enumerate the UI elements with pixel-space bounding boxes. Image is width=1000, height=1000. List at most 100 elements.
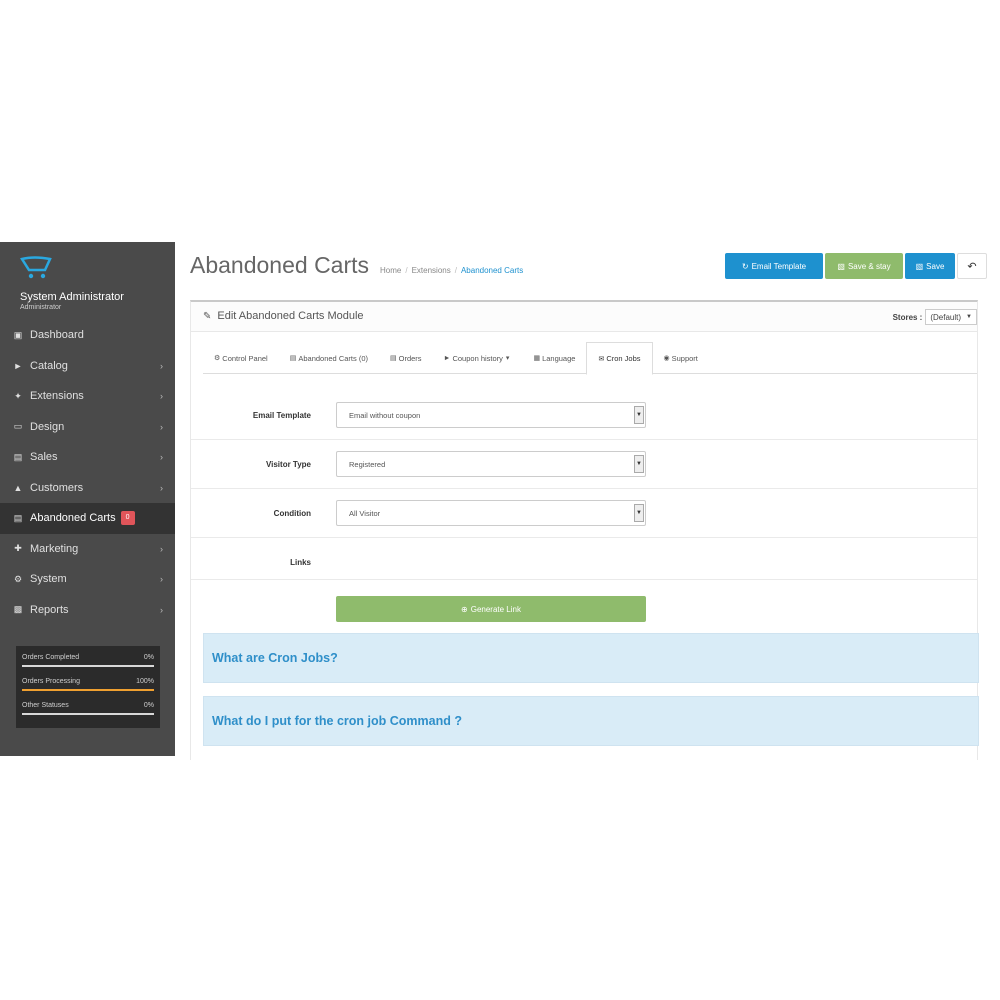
- sidebar-item-customers[interactable]: ▲ Customers ›: [0, 473, 175, 504]
- edit-module-panel: ✎ Edit Abandoned Carts Module Stores : (D…: [190, 300, 979, 760]
- condition-label: Condition: [273, 509, 311, 518]
- sidebar-item-reports[interactable]: ▩ Reports ›: [0, 595, 175, 626]
- puzzle-icon: ✦: [14, 390, 22, 401]
- visitor-type-label: Visitor Type: [265, 460, 311, 469]
- sidebar-item-label: Sales: [30, 451, 58, 464]
- tab-orders[interactable]: ▤ Orders: [379, 342, 433, 374]
- tab-label: Control Panel: [222, 353, 268, 363]
- reply-icon: ↶: [967, 260, 977, 273]
- sidebar-nav: ▣ Dashboard ► Catalog › ✦ Extensions › ▭…: [0, 320, 175, 625]
- email-template-button[interactable]: ↻ Email Template: [725, 253, 823, 279]
- cart-icon: ▤: [289, 355, 297, 362]
- faq-title: What do I put for the cron job Command ?: [212, 714, 462, 728]
- chevron-right-icon: ›: [160, 604, 163, 615]
- generate-link-label: Generate Link: [470, 604, 521, 614]
- generate-link-button[interactable]: ⊕ Generate Link: [336, 596, 646, 622]
- panel-heading: ✎ Edit Abandoned Carts Module Stores : (D…: [191, 302, 977, 332]
- tab-language[interactable]: ▦ Language: [522, 342, 586, 374]
- tab-label: Cron Jobs: [606, 354, 641, 363]
- visitor-type-select[interactable]: Registered ▼: [336, 451, 646, 477]
- stat-orders-processing: Orders Processing 100%: [22, 676, 154, 700]
- profile-name: System Administrator: [20, 291, 124, 303]
- desktop-icon: ▭: [13, 421, 23, 432]
- cart-logo-icon: [20, 256, 52, 279]
- tab-support[interactable]: ◉ Support: [653, 342, 709, 374]
- stat-label: Orders Processing: [22, 678, 80, 685]
- save-stay-button[interactable]: ▧ Save & stay: [825, 253, 903, 279]
- main-content: Abandoned Carts Home / Extensions / Abandone…: [175, 242, 1000, 760]
- sidebar-item-sales[interactable]: ▤ Sales ›: [0, 442, 175, 473]
- sidebar-item-catalog[interactable]: ► Catalog ›: [0, 351, 175, 382]
- links-label: Links: [290, 558, 311, 567]
- progress-bar: [22, 689, 154, 691]
- visitor-type-value: Registered: [349, 459, 386, 469]
- chevron-right-icon: ›: [160, 360, 163, 371]
- form-row-visitor-type: Visitor Type Registered ▼: [191, 440, 977, 489]
- sidebar-item-marketing[interactable]: ✚ Marketing ›: [0, 534, 175, 565]
- panel-title-text: Edit Abandoned Carts Module: [217, 310, 364, 322]
- save-icon: ▧: [915, 261, 924, 271]
- sidebar: System Administrator Administrator ▣ Das…: [0, 242, 175, 756]
- sidebar-item-abandoned-carts[interactable]: ▤ Abandoned Carts 0: [0, 503, 175, 534]
- cart-off-icon: ▤: [13, 512, 23, 523]
- bar-chart-icon: ▩: [13, 604, 23, 615]
- chevron-right-icon: ›: [160, 482, 163, 493]
- faq-cron-jobs[interactable]: What are Cron Jobs?: [203, 633, 979, 683]
- breadcrumb-extensions[interactable]: Extensions: [412, 266, 451, 275]
- faq-title: What are Cron Jobs?: [212, 651, 338, 665]
- caret-down-icon: ▼: [634, 406, 644, 424]
- sidebar-item-system[interactable]: ⚙ System ›: [0, 564, 175, 595]
- tab-abandoned-carts[interactable]: ▤ Abandoned Carts (0): [279, 342, 379, 374]
- order-stats: Orders Completed 0% Orders Processing 10…: [16, 646, 160, 728]
- form-row-condition: Condition All Visitor ▼: [191, 489, 977, 538]
- stores-select[interactable]: (Default) ▼: [925, 309, 977, 325]
- breadcrumb-current[interactable]: Abandoned Carts: [461, 266, 523, 275]
- stores-label: Stores :: [892, 312, 923, 322]
- stat-other-statuses: Other Statuses 0%: [22, 700, 154, 724]
- pencil-icon: ✎: [203, 311, 212, 322]
- sidebar-item-design[interactable]: ▭ Design ›: [0, 412, 175, 443]
- progress-bar: [22, 665, 154, 667]
- save-button[interactable]: ▧ Save: [905, 253, 955, 279]
- caret-down-icon: ▼: [634, 455, 644, 473]
- profile-role: Administrator: [20, 304, 62, 311]
- progress-fill: [22, 689, 154, 691]
- save-icon: ▧: [837, 261, 845, 271]
- progress-bar: [22, 713, 154, 715]
- faq-cron-command[interactable]: What do I put for the cron job Command ?: [203, 696, 979, 746]
- back-button[interactable]: ↶: [957, 253, 987, 279]
- envelope-icon: ✉: [598, 355, 605, 363]
- tag-icon: ►: [13, 360, 23, 371]
- tab-coupon-history[interactable]: ► Coupon history ▾: [433, 342, 523, 374]
- sidebar-item-extensions[interactable]: ✦ Extensions ›: [0, 381, 175, 412]
- form-row-email-template: Email Template Email without coupon ▼: [191, 390, 977, 440]
- breadcrumb: Home / Extensions / Abandoned Carts: [380, 266, 523, 275]
- tab-cron-jobs[interactable]: ✉ Cron Jobs: [586, 342, 653, 375]
- sidebar-item-label: Design: [30, 420, 65, 433]
- toolbar: ↻ Email Template ▧ Save & stay ▧ Save ↶: [725, 253, 987, 279]
- language-icon: ▦: [533, 355, 541, 362]
- tab-label: Coupon history: [452, 353, 503, 363]
- stat-label: Orders Completed: [22, 654, 80, 661]
- breadcrumb-home[interactable]: Home: [380, 266, 401, 275]
- sidebar-item-label: Extensions: [30, 390, 84, 403]
- sidebar-item-label: Customers: [30, 481, 84, 494]
- user-icon: ▲: [13, 482, 23, 493]
- gear-icon: ⚙: [214, 355, 221, 362]
- condition-select[interactable]: All Visitor ▼: [336, 500, 646, 526]
- email-template-label: Email Template: [252, 411, 311, 420]
- caret-down-icon: ▾: [505, 355, 510, 362]
- sidebar-item-dashboard[interactable]: ▣ Dashboard: [0, 320, 175, 351]
- email-template-select[interactable]: Email without coupon ▼: [336, 402, 646, 428]
- page-title: Abandoned Carts: [190, 252, 370, 278]
- globe-icon: ◉: [663, 355, 670, 362]
- sidebar-item-label: Abandoned Carts: [30, 512, 116, 525]
- tab-control-panel[interactable]: ⚙ Control Panel: [203, 342, 279, 374]
- email-template-value: Email without coupon: [349, 410, 421, 420]
- tab-bar: ⚙ Control Panel ▤ Abandoned Carts (0) ▤ Ord…: [203, 342, 977, 375]
- breadcrumb-separator: /: [454, 266, 457, 275]
- stat-value: 100%: [136, 678, 154, 685]
- tab-label: Support: [671, 353, 698, 363]
- tags-icon: ►: [443, 354, 451, 362]
- dashboard-icon: ▣: [13, 329, 23, 340]
